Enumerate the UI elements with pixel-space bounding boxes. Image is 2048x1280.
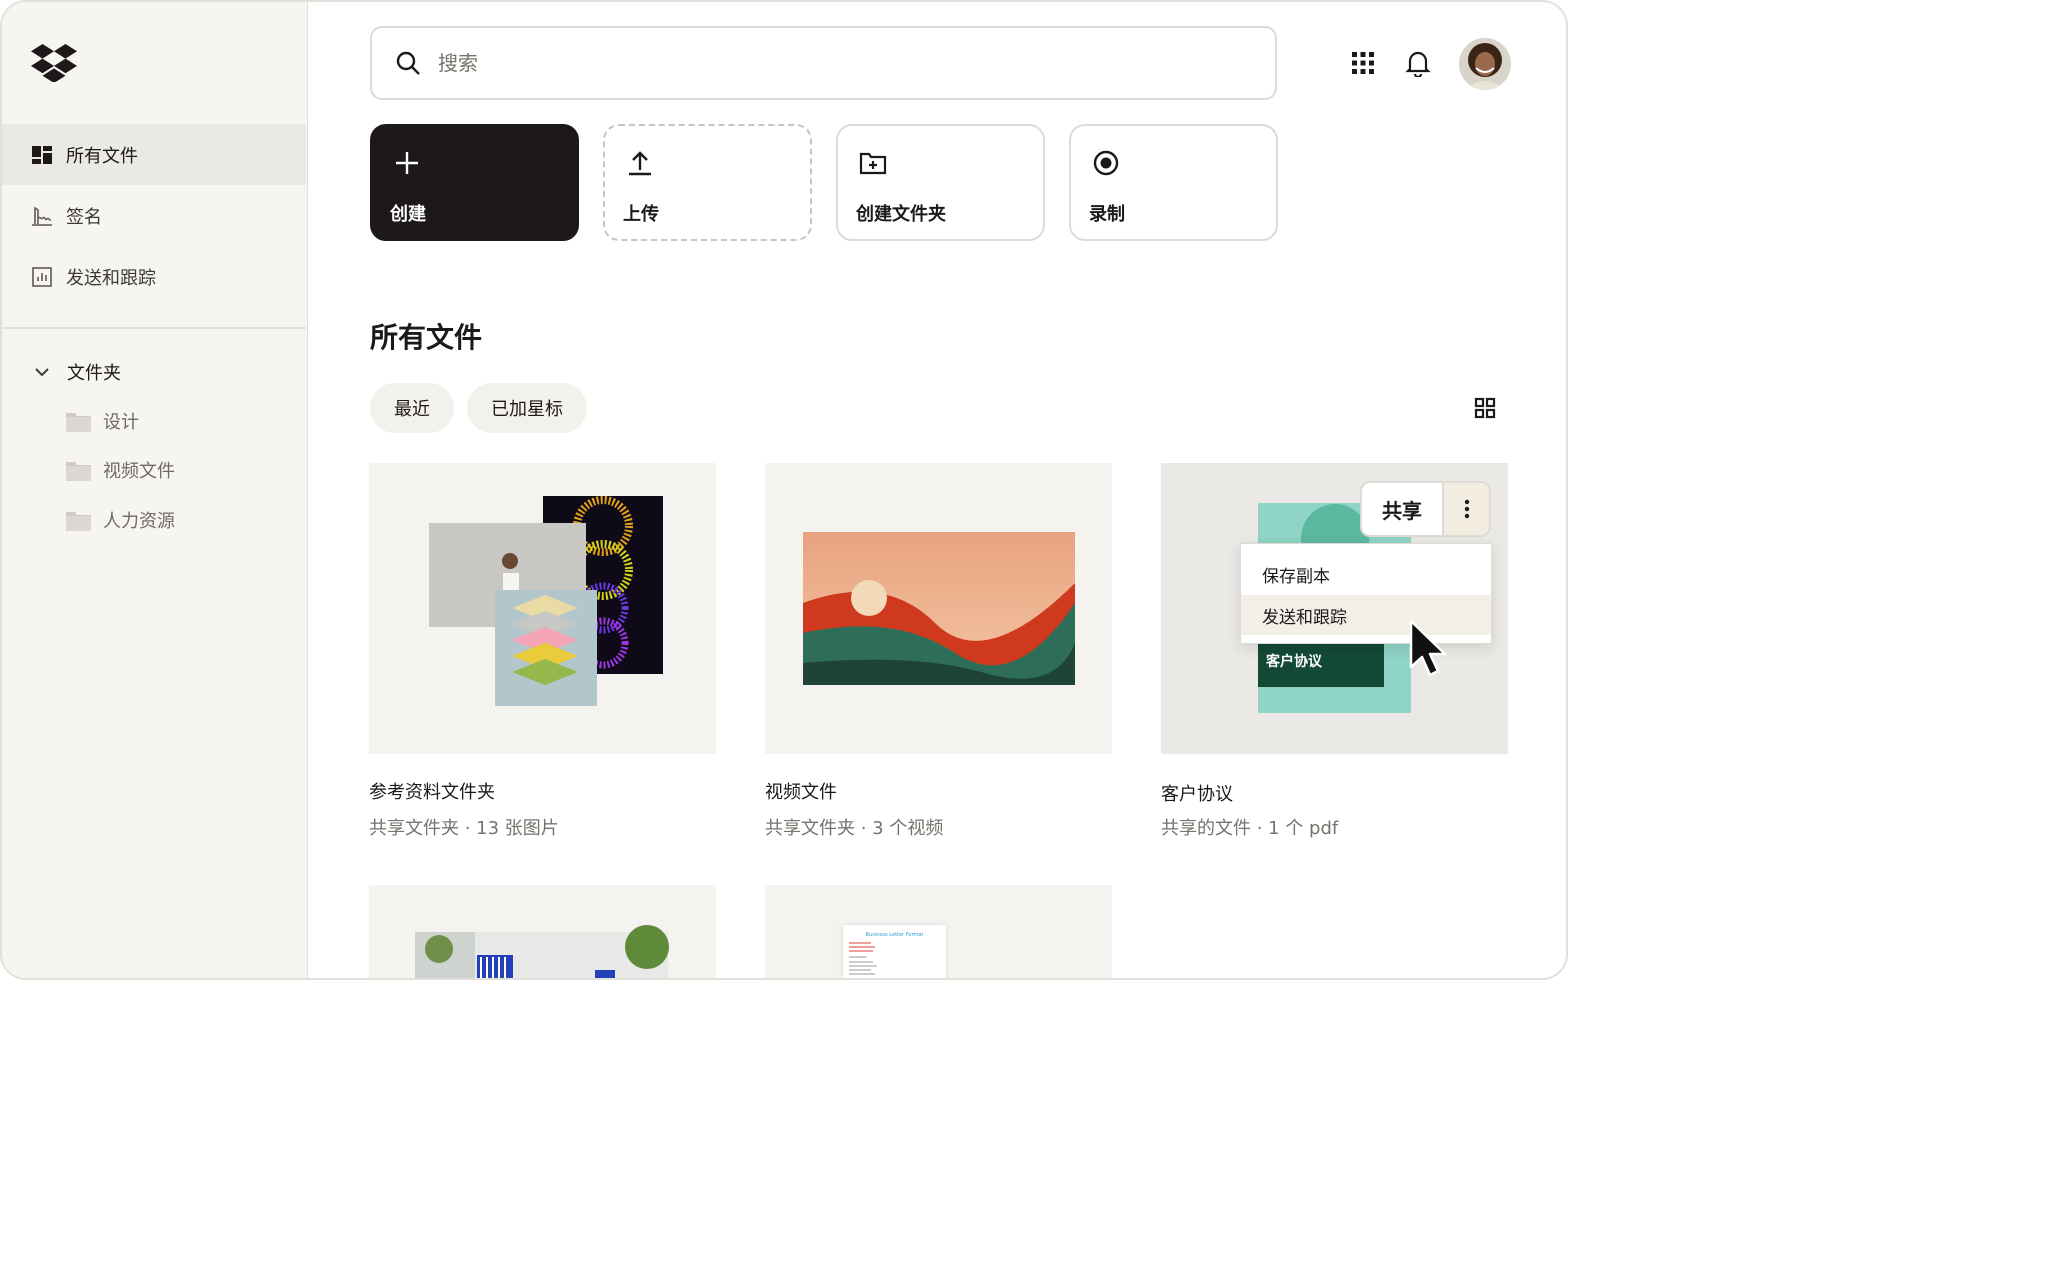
- create-label: 创建: [390, 204, 426, 225]
- all-files-icon: [30, 143, 54, 167]
- cursor-pointer-icon: [1409, 619, 1447, 677]
- upload-button[interactable]: 上传: [603, 124, 812, 241]
- filter-starred[interactable]: 已加星标: [467, 383, 587, 433]
- sidebar-folder-design[interactable]: 设计: [65, 404, 139, 438]
- sidebar-item-label: 签名: [66, 206, 102, 228]
- file-thumbnail-video[interactable]: [765, 463, 1112, 754]
- page-title: 所有文件: [370, 321, 483, 354]
- bell-icon[interactable]: [1403, 48, 1433, 78]
- create-folder-button[interactable]: 创建文件夹: [836, 124, 1045, 241]
- sidebar-divider: [2, 327, 306, 329]
- file-thumbnail-architecture[interactable]: [369, 885, 716, 978]
- folder-icon: [66, 512, 91, 531]
- folder-icon: [66, 462, 91, 481]
- document-page: Business Letter Format: [843, 925, 946, 978]
- send-track-icon: [30, 265, 54, 289]
- sidebar-item-all-files[interactable]: 所有文件: [2, 124, 306, 185]
- create-button[interactable]: 创建: [370, 124, 579, 241]
- folders-section-toggle[interactable]: 文件夹: [30, 357, 121, 387]
- plus-icon: [396, 152, 418, 174]
- sidebar: 所有文件 签名 发送和跟踪 文件夹 设计 视频文件 人力资源: [2, 2, 308, 978]
- folder-label: 视频文件: [103, 461, 175, 482]
- folder-icon: [66, 413, 91, 432]
- sidebar-folder-hr[interactable]: 人力资源: [65, 503, 175, 537]
- share-control: 共享: [1360, 481, 1491, 537]
- record-label: 录制: [1089, 204, 1125, 225]
- folders-heading: 文件夹: [67, 363, 121, 384]
- file-meta-reference: 共享文件夹 · 13 张图片: [369, 818, 559, 839]
- search-icon: [396, 51, 420, 75]
- record-icon: [1093, 150, 1119, 176]
- menu-item-save-copy[interactable]: 保存副本: [1241, 554, 1491, 594]
- more-options-button[interactable]: [1444, 483, 1489, 535]
- sidebar-item-send-track[interactable]: 发送和跟踪: [2, 246, 306, 307]
- file-meta-agreement: 共享的文件 · 1 个 pdf: [1161, 818, 1339, 839]
- share-button[interactable]: 共享: [1362, 483, 1444, 535]
- file-name-video[interactable]: 视频文件: [765, 778, 837, 804]
- more-vertical-icon: [1464, 499, 1469, 519]
- file-name-reference[interactable]: 参考资料文件夹: [369, 778, 495, 804]
- chevron-down-icon: [30, 360, 54, 384]
- avatar[interactable]: [1459, 38, 1511, 90]
- file-thumbnail-document[interactable]: Business Letter Format: [765, 885, 1112, 978]
- file-name-agreement[interactable]: 客户协议: [1161, 780, 1233, 806]
- filter-recent[interactable]: 最近: [370, 383, 454, 433]
- apps-grid-icon[interactable]: [1348, 48, 1378, 78]
- folder-label: 人力资源: [103, 511, 175, 532]
- sidebar-item-label: 发送和跟踪: [66, 267, 156, 289]
- create-folder-label: 创建文件夹: [856, 204, 946, 225]
- file-thumbnail-reference[interactable]: [369, 463, 716, 754]
- file-meta-video: 共享文件夹 · 3 个视频: [765, 818, 944, 839]
- context-menu: 保存副本 发送和跟踪: [1240, 543, 1492, 644]
- grid-view-icon[interactable]: [1472, 395, 1498, 421]
- sidebar-item-signature[interactable]: 签名: [2, 185, 306, 246]
- sidebar-folder-video[interactable]: 视频文件: [65, 453, 175, 487]
- folder-label: 设计: [103, 412, 139, 433]
- upload-icon: [629, 151, 651, 176]
- sidebar-item-label: 所有文件: [66, 145, 138, 167]
- file-card-label: 客户协议: [1266, 654, 1322, 670]
- folder-plus-icon: [859, 152, 887, 175]
- menu-item-send-track[interactable]: 发送和跟踪: [1241, 595, 1491, 635]
- signature-icon: [30, 204, 54, 228]
- search-input[interactable]: [438, 51, 1218, 75]
- search-bar[interactable]: [370, 26, 1277, 100]
- app-window: 所有文件 签名 发送和跟踪 文件夹 设计 视频文件 人力资源 搜索 创建 上传 …: [0, 0, 1568, 980]
- record-button[interactable]: 录制: [1069, 124, 1278, 241]
- dropbox-logo-icon[interactable]: [31, 44, 77, 83]
- upload-label: 上传: [623, 204, 659, 225]
